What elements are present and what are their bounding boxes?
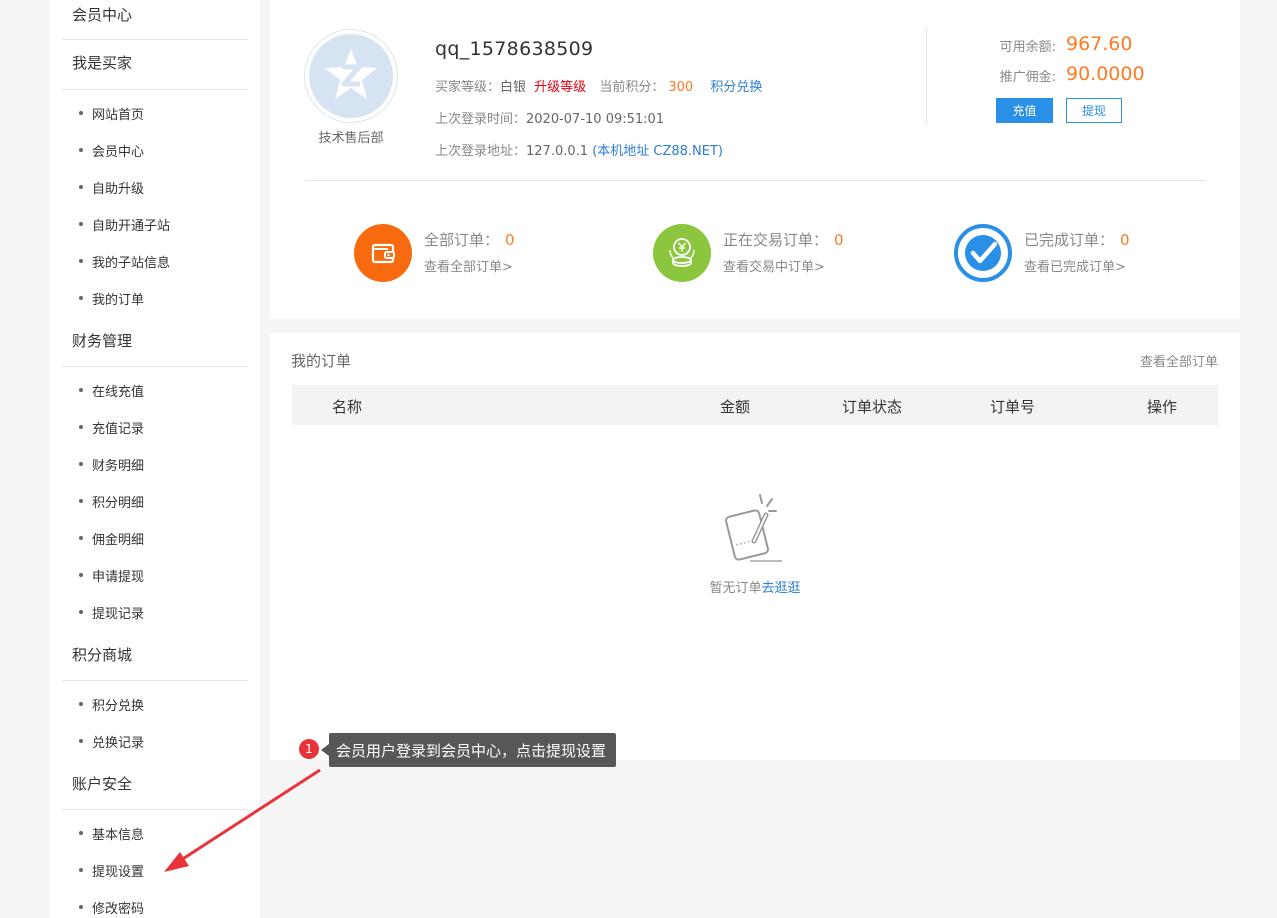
sidebar-item-points-exchange[interactable]: 积分兑换 (78, 695, 144, 714)
sidebar-item-basic-info[interactable]: 基本信息 (78, 824, 144, 843)
available-balance-label: 可用余额: (999, 40, 1056, 55)
avatar[interactable] (304, 29, 398, 123)
annotation-badge: 1 (299, 739, 319, 759)
vertical-divider (926, 28, 927, 124)
all-orders-label: 全部订单： (424, 231, 500, 249)
sidebar-item-apply-withdraw[interactable]: 申请提现 (78, 566, 144, 585)
sidebar-item-exchange-records[interactable]: 兑换记录 (78, 732, 144, 751)
sidebar-section-points-mall: 积分商城 (62, 644, 248, 681)
sidebar-item-member-center[interactable]: 会员中心 (78, 141, 144, 160)
all-orders-count: 0 (505, 231, 515, 249)
view-all-orders-top-link[interactable]: 查看全部订单 (1140, 351, 1218, 370)
sidebar-item-withdraw-records[interactable]: 提现记录 (78, 603, 144, 622)
profile-card: 技术售后部 qq_1578638509 买家等级：白银 升级等级 当前积分： 30… (270, 0, 1240, 319)
level-value: 白银 (500, 80, 527, 95)
points-value: 300 (668, 80, 694, 95)
column-order-no: 订单号 (990, 398, 1036, 416)
last-login-addr-label: 上次登录地址： (435, 144, 527, 159)
view-completed-orders-link[interactable]: 查看已完成订单> (1024, 256, 1126, 275)
column-action: 操作 (1147, 398, 1178, 416)
wallet-icon (354, 224, 412, 282)
sidebar-item-change-password[interactable]: 修改密码 (78, 898, 144, 917)
sidebar-item-my-orders[interactable]: 我的订单 (78, 289, 144, 308)
check-circle-icon (954, 224, 1012, 282)
username: qq_1578638509 (435, 38, 594, 60)
withdraw-button[interactable]: 提现 (1066, 98, 1122, 123)
sidebar-item-substation-info[interactable]: 我的子站信息 (78, 252, 170, 271)
empty-orders-label: 暂无订单 (709, 581, 762, 596)
points-exchange-link[interactable]: 积分兑换 (710, 80, 762, 95)
sidebar-item-online-recharge[interactable]: 在线充值 (78, 381, 144, 400)
last-login-addr-note[interactable]: (本机地址 CZ88.NET) (592, 144, 723, 159)
commission-value: 90.0000 (1066, 63, 1145, 85)
sidebar-item-recharge-records[interactable]: 充值记录 (78, 418, 144, 437)
points-label: 当前积分： (599, 80, 665, 95)
commission-label: 推广佣金: (999, 70, 1056, 85)
view-trading-orders-link[interactable]: 查看交易中订单> (723, 256, 825, 275)
orders-card: 我的订单 查看全部订单 名称 金额 订单状态 订单号 操作 暂无订单去逛逛 (270, 333, 1240, 760)
sidebar-item-home[interactable]: 网站首页 (78, 104, 144, 123)
last-login-time-label: 上次登录时间： (435, 112, 527, 127)
sidebar-item-self-upgrade[interactable]: 自助升级 (78, 178, 144, 197)
available-balance-value: 967.60 (1066, 33, 1133, 55)
sidebar-section-finance: 财务管理 (62, 330, 248, 367)
column-amount: 金额 (720, 398, 751, 416)
orders-table-header: 名称 金额 订单状态 订单号 操作 (292, 385, 1218, 425)
level-label: 买家等级： (435, 80, 501, 95)
column-name: 名称 (332, 398, 363, 416)
sidebar-item-finance-details[interactable]: 财务明细 (78, 455, 144, 474)
yen-coin-icon (653, 224, 711, 282)
trading-orders-title: 正在交易订单： 0 (723, 229, 844, 250)
go-shopping-link[interactable]: 去逛逛 (762, 581, 801, 596)
horizontal-divider (305, 180, 1205, 181)
empty-orders-icon (722, 489, 786, 565)
qq-logo-icon (309, 34, 393, 118)
sidebar-section-buyer: 我是买家 (62, 52, 248, 90)
sidebar-section-member-center[interactable]: 会员中心 (62, 4, 248, 40)
avatar-caption: 技术售后部 (318, 131, 384, 146)
recharge-button[interactable]: 充值 (996, 98, 1053, 123)
trading-orders-label: 正在交易订单： (723, 231, 829, 249)
last-login-time-line: 上次登录时间：2020-07-10 09:51:01 (435, 108, 664, 127)
sidebar: 会员中心 我是买家 网站首页 会员中心 自助升级 自助开通子站 我的子站信息 我… (50, 0, 260, 918)
last-login-addr: 127.0.0.1 (526, 144, 589, 159)
sidebar-item-open-substation[interactable]: 自助开通子站 (78, 215, 170, 234)
completed-orders-label: 已完成订单： (1024, 231, 1115, 249)
completed-orders-title: 已完成订单： 0 (1024, 229, 1130, 250)
sidebar-section-account-security: 账户安全 (62, 773, 248, 810)
trading-orders-count: 0 (834, 231, 844, 249)
view-all-orders-link[interactable]: 查看全部订单> (424, 256, 513, 275)
column-status: 订单状态 (842, 398, 903, 416)
level-line: 买家等级：白银 升级等级 当前积分： 300 积分兑换 (435, 76, 762, 95)
last-login-time: 2020-07-10 09:51:01 (526, 112, 665, 127)
all-orders-title: 全部订单： 0 (424, 229, 515, 250)
empty-orders-text: 暂无订单去逛逛 (270, 577, 1240, 596)
completed-orders-count: 0 (1120, 231, 1130, 249)
upgrade-level-link[interactable]: 升级等级 (534, 80, 586, 95)
annotation-tooltip: 会员用户登录到会员中心，点击提现设置 (320, 733, 617, 767)
sidebar-item-points-details[interactable]: 积分明细 (78, 492, 144, 511)
last-login-addr-line: 上次登录地址：127.0.0.1 (本机地址 CZ88.NET) (435, 140, 723, 159)
sidebar-item-withdraw-settings[interactable]: 提现设置 (78, 861, 144, 880)
orders-title: 我的订单 (291, 352, 352, 370)
sidebar-item-commission-details[interactable]: 佣金明细 (78, 529, 144, 548)
